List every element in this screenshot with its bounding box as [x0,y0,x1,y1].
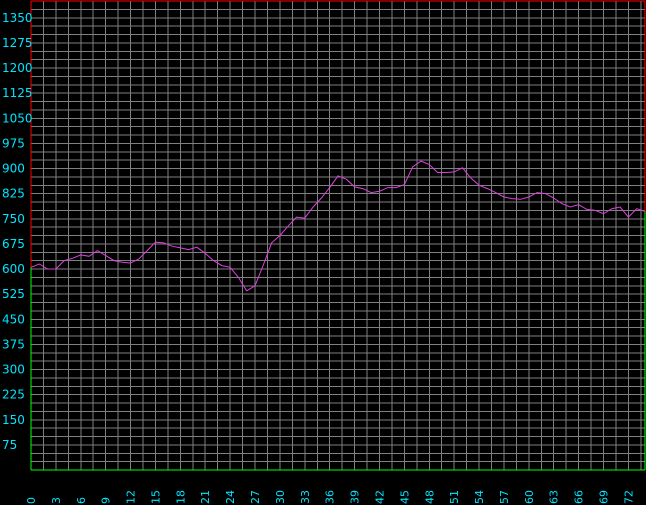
series-group [30,160,646,292]
y-tick-label: 1125 [2,86,33,100]
x-tick-label: 66 [573,490,586,504]
y-tick-label: 300 [2,363,25,377]
x-tick-label: 36 [324,490,337,504]
y-tick-label: 225 [2,388,25,402]
x-tick-label: 30 [274,490,287,504]
x-tick-label: 45 [398,490,411,504]
y-tick-label: 1050 [2,111,33,125]
x-tick-label: 6 [75,497,88,504]
x-tick-label: 12 [125,490,138,504]
line-chart: 7515022530037545052560067575082590097510… [2,0,646,504]
y-tick-label: 450 [2,312,25,326]
x-tick-label: 39 [349,490,362,504]
x-tick-label: 51 [448,490,461,504]
y-tick-label: 900 [2,162,25,176]
y-tick-label: 600 [2,262,25,276]
y-tick-label: 75 [2,438,17,452]
y-tick-label: 675 [2,237,25,251]
y-tick-label: 825 [2,187,25,201]
x-tick-label: 69 [598,490,611,504]
y-axis-tick-labels: 75 150 225 300 375 450 525 600 675 750 825 900 975 10… [2,11,33,452]
x-tick-label: 21 [199,490,212,504]
y-tick-label: 750 [2,212,25,226]
x-tick-label: 18 [174,490,187,504]
x-tick-label: 3 [50,497,63,504]
x-tick-label: 63 [548,490,561,504]
x-tick-label: 42 [373,490,386,504]
x-tick-label: 27 [249,490,262,504]
x-tick-label: 0 [25,497,38,504]
x-axis-tick-labels: 0 3 6 9 12 15 18 21 24 27 30 33 36 39 42 45 48 51 54 57 60 63… [25,490,635,504]
series-line [30,160,646,292]
y-tick-label: 525 [2,287,25,301]
y-tick-label: 975 [2,136,25,150]
x-tick-label: 9 [100,497,113,504]
grid-lines [30,0,645,470]
y-tick-label: 150 [2,413,25,427]
x-tick-label: 57 [498,490,511,504]
x-tick-label: 54 [473,490,486,504]
y-tick-label: 1200 [2,61,33,75]
x-tick-label: 24 [224,490,237,504]
x-tick-label: 72 [622,490,635,504]
y-tick-label: 1350 [2,11,33,25]
x-tick-label: 48 [423,490,436,504]
x-tick-label: 33 [299,490,312,504]
y-tick-label: 375 [2,337,25,351]
y-tick-label: 1275 [2,36,33,50]
x-tick-label: 15 [149,490,162,504]
x-tick-label: 60 [523,490,536,504]
